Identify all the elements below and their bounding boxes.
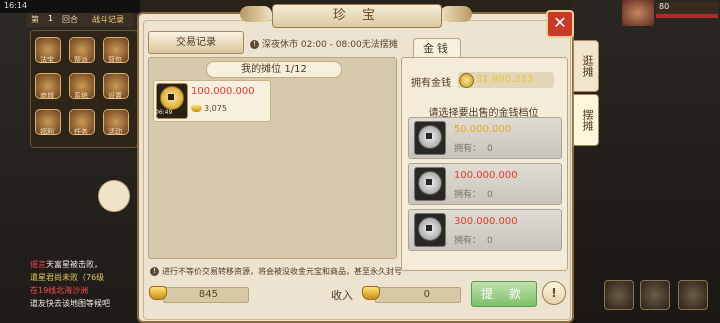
chat-line: 谣言天富星被击败， [30,258,140,271]
title-ornament-right [440,6,472,22]
player-avatar[interactable] [622,0,654,26]
turn-number: 1 [48,14,54,23]
market-notice: ! 深夜休市 02:00 - 08:00无法摆摊 [250,37,398,50]
menu-label-4: 商城 [40,92,54,100]
tier-price: 300.000.000 [454,216,518,227]
stall-item-ingot-value: 3,075 [204,104,227,113]
tier-owned-label: 拥有： [454,236,482,246]
title-ornament-left [240,6,272,22]
tier-owned: 拥有： 0 [454,233,493,246]
tier-owned-label: 拥有： [454,190,482,200]
status-time: 16:14 [4,1,28,10]
stall-item-price: 100.000.000 [191,86,255,97]
trade-warning: ! 进行不等价交易转移资源，将会被没收金元宝和商品，甚至永久封号 [150,266,402,277]
close-icon: ✕ [553,13,567,32]
market-notice-text: 深夜休市 02:00 - 08:00无法摆摊 [262,40,398,50]
tier-owned-value: 0 [487,144,493,154]
turn-suffix: 回合 [62,15,78,24]
map-label[interactable]: 战斗记录 [92,14,124,25]
own-gold-value: 31.990.333 [476,74,534,85]
menu-label-5: 系统 [74,92,88,100]
chat-tag: 谣言 [30,260,46,269]
own-gold-label: 拥有金钱 [411,78,451,89]
my-stall-header: 我的摊位 1/12 [206,61,342,78]
ingot-icon [362,286,380,300]
dialog-title: 珍 宝 [272,4,442,28]
chat-line: 遣星君尚未败（76级 [30,271,140,284]
coin-icon [459,73,474,88]
stall-item-timer: 06:49 [155,109,173,116]
skill-icon-1[interactable] [604,280,634,310]
tier-price: 50.000.000 [454,124,512,135]
menu-label-9: 活动 [108,128,122,136]
player-number: 80 [659,2,670,11]
tab-set-stall[interactable]: 摆摊 [573,94,599,146]
tier-owned-label: 拥有： [454,144,482,154]
coin-hole [426,179,432,185]
player-hp-bar [656,14,718,18]
tab-browse-stalls[interactable]: 逛摊 [573,40,599,92]
stall-item-ingot-price: 3,075 [191,104,227,113]
menu-label-2: 帮派 [74,56,88,64]
bottom-right-icons [600,274,718,320]
chat-text: 道友快去该地图等候吧 [30,299,110,308]
info-icon: ! [150,267,159,276]
chat-text: 天富星被击败， [46,260,102,269]
turn-prefix: 第 [31,15,39,24]
income-value: 0 [423,289,430,300]
chat-line: 在19线北海沙洲 [30,284,140,297]
menu-label-1: 法宝 [40,56,54,64]
ingot-icon [149,286,167,300]
close-button[interactable]: ✕ [546,10,574,38]
ingot-icon [191,105,202,112]
ingot-balance-box: 845 [163,287,249,303]
trade-record-button[interactable]: 交易记录 [148,31,244,54]
withdraw-button[interactable]: 提 款 [471,281,537,307]
help-button[interactable]: ! [542,281,566,305]
tier-owned-value: 0 [487,190,493,200]
menu-label-3: 背包 [108,56,122,64]
chat-line: 道友快去该地图等候吧 [30,297,140,310]
turn-indicator: 第 1 回合 战斗记录 [26,13,134,27]
chat-box[interactable]: 谣言天富星被击败， 遣星君尚未败（76级 在19线北海沙洲 道友快去该地图等候吧 [30,258,140,318]
player-info-bar: 80 [656,2,718,14]
exclamation-icon: ! [551,286,557,300]
menu-label-7: 福利 [40,128,54,136]
info-icon: ! [250,40,259,49]
chat-text: 在19线北海沙洲 [30,286,89,295]
menu-label-6: 设置 [108,92,122,100]
function-grid: 法宝 帮派 背包 商城 系统 设置 福利 任务 活动 [30,30,138,148]
status-bar: 16:14 [0,0,140,13]
skill-icon-3[interactable] [678,280,708,310]
income-label: 收入 [331,289,353,302]
tier-owned-value: 0 [487,236,493,246]
chat-text: 遣星君尚未败（76级 [30,273,105,282]
floating-action-button[interactable] [98,180,130,212]
income-box: 0 [375,287,461,303]
coin-hole [426,133,432,139]
coin-hole [426,225,432,231]
coin-hole [168,94,174,100]
tier-owned: 拥有： 0 [454,141,493,154]
tier-owned: 拥有： 0 [454,187,493,200]
skill-icon-2[interactable] [640,280,670,310]
menu-label-8: 任务 [74,128,88,136]
trade-warning-text: 进行不等价交易转移资源，将会被没收金元宝和商品，甚至永久封号 [162,267,402,276]
tier-price: 100.000.000 [454,170,518,181]
tab-gold[interactable]: 金钱 [413,38,461,58]
ingot-balance-value: 845 [198,289,218,300]
